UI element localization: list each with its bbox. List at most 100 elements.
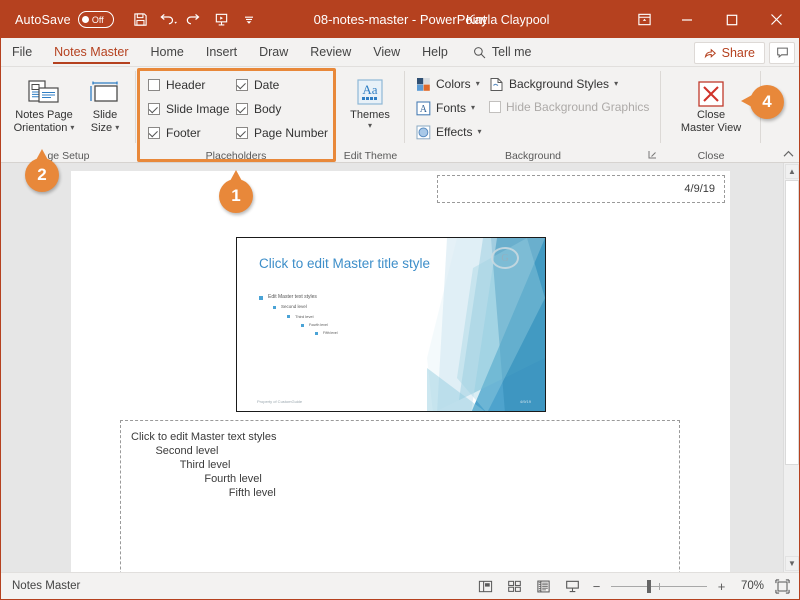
tab-draw[interactable]: Draw: [248, 38, 299, 66]
undo-icon[interactable]: [155, 7, 181, 33]
close-master-view-button[interactable]: Close Master View: [673, 73, 749, 134]
notes-line-5: Fifth level: [131, 487, 276, 499]
callout-badge-4-number: 4: [762, 92, 772, 111]
share-icon: [704, 48, 716, 59]
ribbon-tabs: File Notes Master Home Insert Draw Revie…: [1, 38, 799, 67]
close-icon[interactable]: [754, 1, 799, 38]
tell-me-label: Tell me: [491, 45, 532, 59]
tab-insert[interactable]: Insert: [195, 38, 248, 66]
autosave-control[interactable]: AutoSave Off: [15, 11, 114, 28]
date-checkbox[interactable]: [236, 79, 248, 91]
effects-label: Effects: [436, 125, 473, 139]
status-view-label: Notes Master: [12, 580, 81, 592]
zoom-slider[interactable]: [611, 579, 707, 593]
fit-slide-to-window-icon[interactable]: [773, 577, 791, 595]
effects-button[interactable]: Effects ▾: [415, 124, 481, 140]
notes-master-workspace[interactable]: 4/9/19 G Click to edit Master title styl…: [1, 163, 799, 572]
ribbon-group-background: Colors ▾ A Fonts ▾ Effects ▾ Background …: [405, 67, 661, 163]
notes-page-orientation-label-1: Notes Page: [15, 109, 73, 121]
reading-view-icon[interactable]: [533, 577, 553, 595]
slide-size-button[interactable]: Slide Size ▾: [77, 73, 133, 134]
colors-button[interactable]: Colors ▾: [415, 76, 480, 92]
group-label-close: Close: [697, 150, 725, 162]
share-label: Share: [721, 45, 755, 60]
vertical-scrollbar[interactable]: ▲ ▼: [783, 163, 799, 572]
normal-view-icon[interactable]: [475, 577, 495, 595]
customize-qat-icon[interactable]: [236, 7, 262, 33]
zoom-level-label[interactable]: 70%: [736, 580, 764, 592]
status-bar-right: − + 70%: [475, 577, 791, 595]
ribbon-group-edit-theme: Aa Themes ▾ Edit Theme: [336, 67, 405, 163]
tab-review[interactable]: Review: [299, 38, 362, 66]
slideshow-icon[interactable]: [562, 577, 582, 595]
hide-background-graphics-checkbox: [489, 101, 501, 113]
scroll-up-icon[interactable]: ▲: [785, 164, 799, 179]
svg-text:A: A: [419, 104, 427, 115]
notes-line-4: Fourth level: [131, 473, 262, 485]
minimize-icon[interactable]: [664, 1, 709, 38]
ribbon: Notes Page Orientation ▾ Slide Size ▾ ge…: [1, 67, 799, 163]
footer-checkbox[interactable]: [148, 127, 160, 139]
callout-tail: [741, 95, 752, 107]
page-number-checkbox[interactable]: [236, 127, 248, 139]
notes-body-placeholder[interactable]: Click to edit Master text styles Second …: [120, 420, 680, 572]
placeholder-header-label: Header: [166, 78, 206, 92]
placeholder-date-label: Date: [254, 78, 280, 92]
comments-button[interactable]: [769, 41, 795, 64]
placeholder-header[interactable]: Header: [148, 78, 205, 92]
zoom-in-button[interactable]: +: [716, 579, 727, 594]
tab-help[interactable]: Help: [411, 38, 459, 66]
zoom-out-button[interactable]: −: [591, 579, 602, 594]
notes-page[interactable]: 4/9/19 G Click to edit Master title styl…: [71, 171, 730, 572]
body-checkbox[interactable]: [236, 103, 248, 115]
callout-badge-4: 4: [741, 85, 784, 119]
scrollbar-thumb[interactable]: [785, 180, 799, 465]
tab-notes-master[interactable]: Notes Master: [43, 38, 139, 66]
redo-icon[interactable]: [182, 7, 208, 33]
notes-page-orientation-button[interactable]: Notes Page Orientation ▾: [6, 73, 82, 134]
collapse-ribbon-button[interactable]: [783, 150, 794, 161]
tab-home[interactable]: Home: [140, 38, 195, 66]
close-master-view-icon: [696, 73, 726, 109]
bullet-icon: [273, 305, 276, 309]
slide-bullet-2: Second level: [281, 304, 307, 309]
zoom-slider-handle[interactable]: [647, 579, 651, 593]
close-master-view-label-2: Master View: [680, 121, 742, 134]
colors-label: Colors: [436, 77, 471, 91]
effects-icon: [415, 124, 431, 140]
notes-page-orientation-label-2: Orientation: [13, 121, 68, 134]
callout-badge-1: 1: [219, 170, 253, 213]
date-placeholder[interactable]: 4/9/19: [437, 175, 725, 203]
scroll-down-icon[interactable]: ▼: [785, 556, 799, 571]
autosave-toggle[interactable]: Off: [77, 11, 114, 28]
bullet-icon: [287, 315, 290, 318]
ribbon-group-close: Close Master View Close: [661, 67, 761, 163]
tell-me-search[interactable]: Tell me: [459, 38, 542, 66]
themes-button[interactable]: Aa Themes ▾: [333, 73, 407, 130]
powerpoint-window: AutoSave Off 08-notes-master - PowerPoin…: [0, 0, 800, 600]
slide-image-placeholder[interactable]: G Click to edit Master title style Edit …: [236, 237, 546, 412]
placeholder-footer[interactable]: Footer: [148, 126, 201, 140]
slide-image-checkbox[interactable]: [148, 103, 160, 115]
window-controls: [624, 1, 799, 38]
placeholder-slide-image[interactable]: Slide Image: [148, 102, 229, 116]
ribbon-display-options-icon[interactable]: [624, 1, 664, 38]
slide-sorter-icon[interactable]: [504, 577, 524, 595]
placeholder-date[interactable]: Date: [236, 78, 279, 92]
header-checkbox[interactable]: [148, 79, 160, 91]
save-icon[interactable]: [128, 7, 154, 33]
fonts-button[interactable]: A Fonts ▾: [415, 100, 475, 116]
background-dialog-launcher[interactable]: [648, 150, 657, 161]
maximize-icon[interactable]: [709, 1, 754, 38]
tab-file[interactable]: File: [1, 38, 43, 66]
background-styles-button[interactable]: Background Styles ▾: [488, 76, 618, 92]
placeholder-page-number[interactable]: Page Number: [236, 126, 328, 140]
chevron-down-icon: ▾: [477, 127, 482, 136]
slide-size-label-1: Slide: [92, 109, 118, 121]
share-button[interactable]: Share: [693, 41, 765, 64]
tab-view[interactable]: View: [362, 38, 411, 66]
chevron-down-icon: ▾: [471, 103, 476, 112]
start-presentation-icon[interactable]: [209, 7, 235, 33]
account-name[interactable]: Kayla Claypool: [466, 13, 549, 27]
placeholder-body[interactable]: Body: [236, 102, 281, 116]
